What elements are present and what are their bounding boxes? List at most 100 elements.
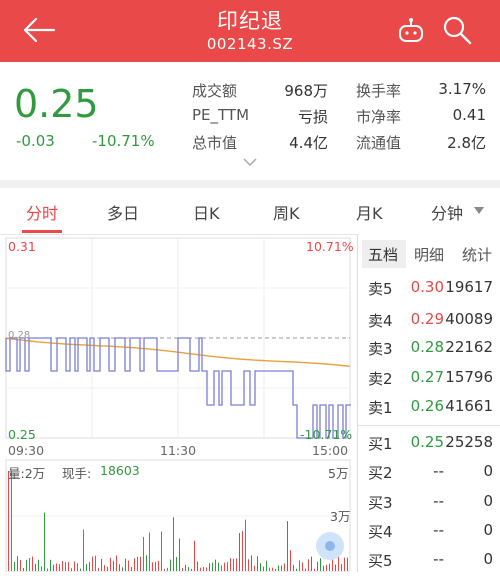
expand-chevron-icon[interactable] (243, 158, 257, 167)
volume-bar (140, 556, 141, 571)
bid-volume: 0 (483, 521, 493, 539)
volume-bar (74, 561, 75, 571)
time-label-open: 09:30 (8, 443, 45, 458)
tab-monthly-k[interactable]: 月K (356, 200, 383, 224)
volume-bar (290, 550, 291, 571)
tab-minute[interactable]: 分钟 (431, 200, 463, 224)
stock-name: 印纪退 (217, 9, 283, 33)
volume-bar (221, 565, 222, 571)
volume-bar (53, 564, 54, 571)
metric-label: PE_TTM (192, 106, 250, 124)
volume-bar (311, 556, 312, 571)
volume-bar (263, 566, 264, 571)
dropdown-caret-icon[interactable] (474, 207, 484, 214)
volume-bar (173, 517, 174, 571)
volume-bar (65, 562, 66, 571)
ask-label: 卖5 (368, 280, 393, 298)
tab-daily-k[interactable]: 日K (193, 200, 220, 224)
y-axis-min-pct: -10.71% (300, 427, 353, 442)
volume-bar (8, 471, 9, 571)
volume-bar (44, 512, 45, 571)
ask-label: 卖3 (368, 340, 393, 358)
price-change: -0.03 (16, 132, 55, 150)
volume-bar (119, 564, 120, 571)
volume-axis-mid: 3万 (330, 509, 351, 524)
volume-bar (47, 568, 48, 571)
volume-bar (335, 564, 336, 571)
metric-label: 市净率 (356, 108, 402, 126)
volume-bar (347, 557, 348, 571)
ask-volume: 22162 (445, 338, 493, 356)
search-icon[interactable] (442, 15, 472, 45)
y-axis-mid: 0.28 (8, 330, 31, 341)
volume-bar (191, 568, 192, 571)
volume-bar (239, 533, 240, 571)
volume-bar (41, 566, 42, 571)
volume-bar (77, 563, 78, 571)
volume-bar (182, 568, 183, 571)
tab-weekly-k[interactable]: 周K (273, 200, 300, 224)
volume-bar (320, 558, 321, 571)
volume-bar (260, 563, 261, 571)
volume-bar (149, 532, 150, 571)
tab-five-levels[interactable]: 五档 (368, 244, 398, 265)
intraday-chart[interactable]: 0.31 10.71% 0.28 0.25 -10.71% 09:30 11:3… (0, 234, 356, 573)
y-axis-max-pct: 10.71% (306, 239, 354, 254)
volume-bar (71, 568, 72, 571)
volume-bar (35, 563, 36, 571)
tab-details[interactable]: 明细 (414, 244, 444, 265)
bid-volume: 0 (483, 492, 493, 510)
bid-label: 买5 (368, 552, 393, 570)
volume-bar (20, 560, 21, 571)
tab-multi-day[interactable]: 多日 (107, 200, 139, 224)
ask-price: 0.27 (410, 368, 444, 386)
metric-value: 亏损 (297, 108, 328, 126)
stock-code: 002143.SZ (206, 35, 294, 53)
volume-bar (218, 562, 219, 571)
volume-bar (317, 561, 318, 571)
volume-bar (299, 560, 300, 571)
bid-label: 买3 (368, 494, 393, 512)
tab-intraday[interactable]: 分时 (26, 200, 58, 224)
ask-volume: 19617 (445, 278, 493, 296)
volume-bar (257, 556, 258, 571)
bid-price: -- (433, 550, 444, 568)
current-volume-label: 现手: (62, 466, 92, 481)
volume-bar (101, 558, 102, 571)
volume-bar (278, 565, 279, 571)
volume-bar (161, 531, 162, 571)
volume-bar (266, 560, 267, 571)
volume-bar (314, 568, 315, 571)
volume-bar (326, 564, 327, 571)
metric-label: 换手率 (356, 82, 402, 100)
volume-bar (323, 565, 324, 571)
volume-bar (200, 567, 201, 571)
volume-bar (26, 559, 27, 571)
volume-bar (215, 559, 216, 571)
volume-bar (32, 556, 33, 571)
volume-bar (188, 567, 189, 571)
metric-label: 成交额 (192, 82, 238, 100)
price-change-pct: -10.71% (92, 132, 155, 150)
volume-bar (197, 561, 198, 571)
volume-bar (122, 567, 123, 571)
volume-bar (155, 561, 156, 571)
volume-axis-max: 5万 (328, 466, 349, 481)
ask-price: 0.30 (410, 278, 444, 296)
time-label-noon: 11:30 (160, 443, 197, 458)
volume-bar (167, 567, 168, 571)
robot-assistant-icon[interactable] (397, 17, 425, 45)
ask-price: 0.26 (410, 397, 444, 415)
volume-bar (95, 555, 96, 571)
time-label-close: 15:00 (312, 443, 349, 458)
volume-bar (302, 562, 303, 571)
volume-bar (296, 568, 297, 571)
volume-bar (56, 563, 57, 571)
tab-statistics[interactable]: 统计 (462, 244, 492, 265)
volume-bar (275, 568, 276, 571)
volume-bar (269, 567, 270, 571)
volume-bar (227, 562, 228, 571)
bid-volume: 25258 (445, 433, 493, 451)
volume-bar (281, 565, 282, 571)
volume-bar (152, 562, 153, 571)
